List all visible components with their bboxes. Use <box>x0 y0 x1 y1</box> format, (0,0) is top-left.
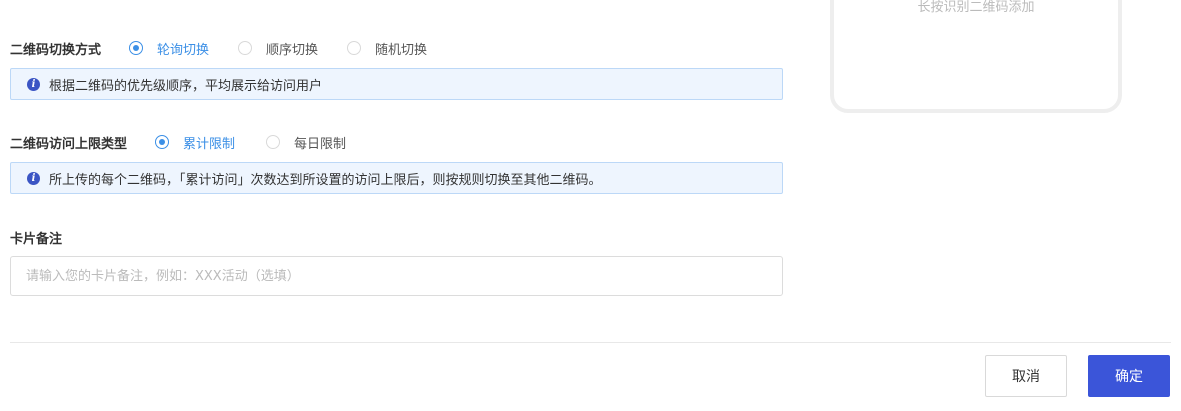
radio-cumulative-limit-label: 累计限制 <box>183 136 236 152</box>
footer-divider <box>10 342 1171 343</box>
radio-cumulative-limit[interactable]: 累计限制 <box>155 133 235 152</box>
confirm-button[interactable]: 确定 <box>1088 355 1170 397</box>
radio-round-robin[interactable]: 轮询切换 <box>129 39 209 58</box>
switch-mode-row: 二维码切换方式 轮询切换 顺序切换 随机切换 <box>10 38 427 58</box>
limit-type-info-text: 所上传的每个二维码，「累计访问」次数达到所设置的访问上限后，则按规则切换至其他二… <box>49 172 602 188</box>
card-note-row: 卡片备注 <box>10 227 62 247</box>
info-icon: i <box>27 171 40 185</box>
preview-hint: 长按识别二维码添加 <box>917 0 1035 15</box>
card-note-label: 卡片备注 <box>10 231 63 247</box>
limit-type-info: i 所上传的每个二维码，「累计访问」次数达到所设置的访问上限后，则按规则切换至其… <box>10 162 783 194</box>
radio-random-label: 随机切换 <box>375 42 428 58</box>
radio-daily-limit-label: 每日限制 <box>294 136 347 152</box>
radio-round-robin-label: 轮询切换 <box>157 42 210 58</box>
card-note-input[interactable] <box>10 256 783 296</box>
radio-sequential[interactable]: 顺序切换 <box>238 39 318 58</box>
cancel-button[interactable]: 取消 <box>985 355 1067 397</box>
radio-checked-icon <box>129 41 144 55</box>
phone-preview-card: 长按识别二维码添加 <box>830 0 1122 113</box>
info-icon: i <box>27 77 40 91</box>
radio-checked-icon <box>155 135 170 149</box>
switch-mode-info-text: 根据二维码的优先级顺序，平均展示给访问用户 <box>49 78 323 94</box>
limit-type-label: 二维码访问上限类型 <box>10 136 128 152</box>
qrcode-settings-form: 长按识别二维码添加 二维码切换方式 轮询切换 顺序切换 随机切换 i 根据二维码… <box>0 0 1181 411</box>
switch-mode-label: 二维码切换方式 <box>10 42 102 58</box>
radio-random[interactable]: 随机切换 <box>347 39 427 58</box>
radio-sequential-label: 顺序切换 <box>266 42 319 58</box>
limit-type-row: 二维码访问上限类型 累计限制 每日限制 <box>10 132 346 152</box>
radio-unchecked-icon <box>238 41 253 55</box>
radio-unchecked-icon <box>266 135 281 149</box>
switch-mode-info: i 根据二维码的优先级顺序，平均展示给访问用户 <box>10 68 783 100</box>
radio-daily-limit[interactable]: 每日限制 <box>266 133 346 152</box>
radio-unchecked-icon <box>347 41 362 55</box>
